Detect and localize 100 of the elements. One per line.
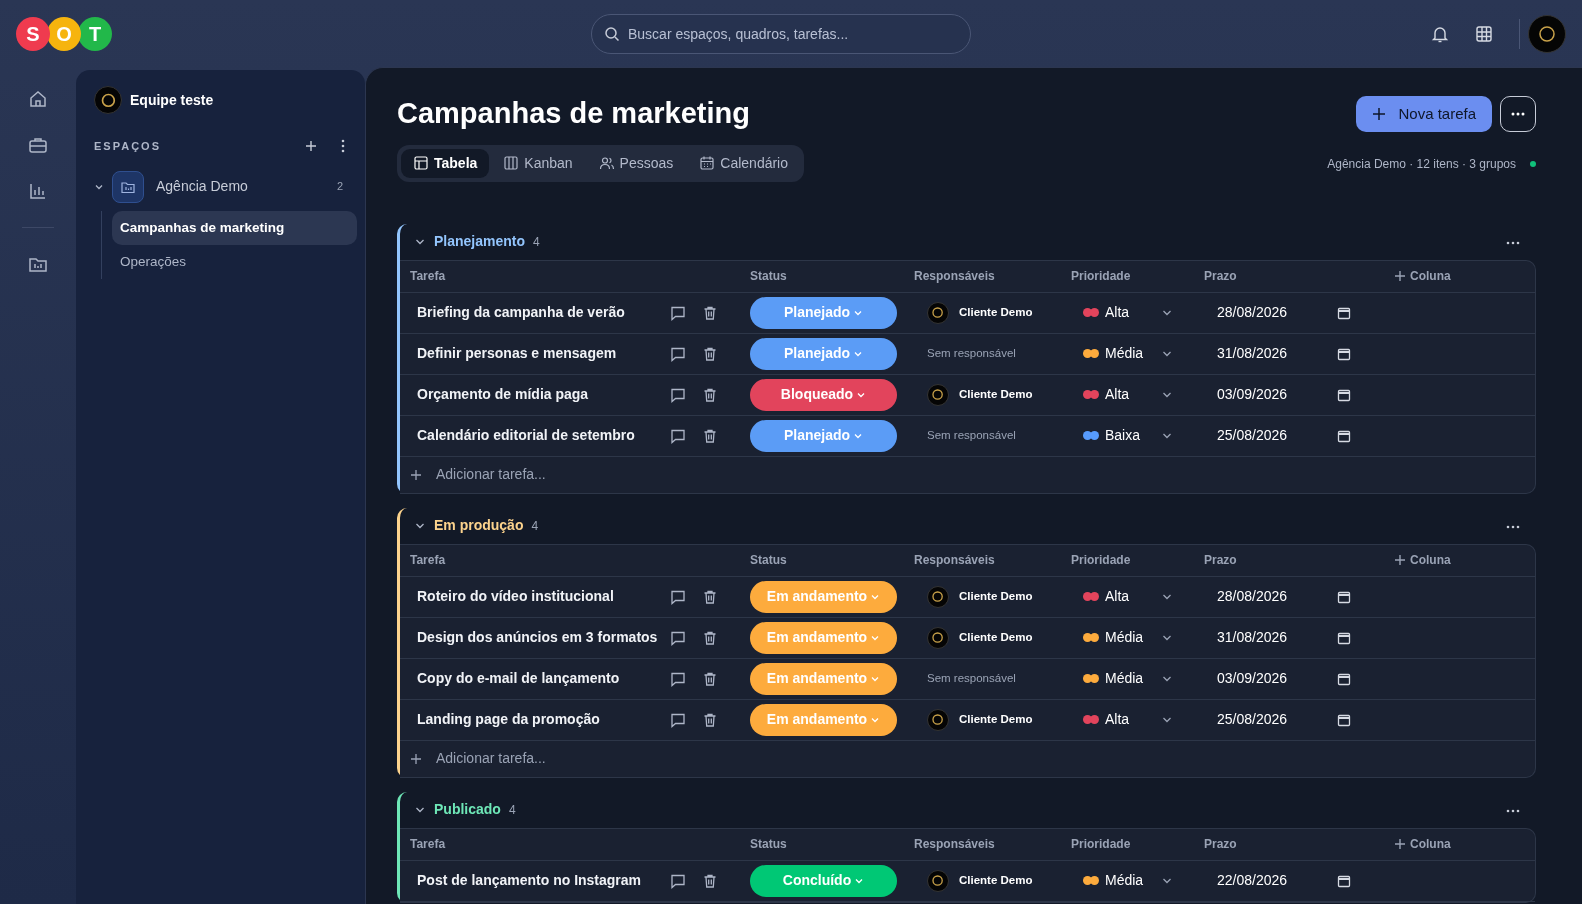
add-column-button[interactable]: Coluna	[1394, 267, 1535, 286]
add-task-button[interactable]: Adicionar tarefa...	[400, 456, 552, 493]
chart-icon[interactable]	[28, 181, 48, 201]
plus-icon	[1372, 107, 1387, 121]
more-icon	[1506, 808, 1520, 813]
task-name[interactable]: Landing page da promoção	[410, 709, 670, 731]
assignee-name: Sem responsável	[927, 428, 1016, 444]
search-field[interactable]: Buscar espaços, quadros, tarefas...	[591, 13, 971, 54]
comment-icon[interactable]	[670, 872, 686, 889]
calendar-icon[interactable]	[1337, 630, 1351, 645]
due-date[interactable]: 25/08/2026	[1217, 709, 1337, 731]
due-date[interactable]: 28/08/2026	[1217, 302, 1337, 324]
trash-icon[interactable]	[702, 711, 718, 728]
page-title: Campanhas de marketing	[397, 96, 751, 131]
bell-icon[interactable]	[1431, 24, 1449, 43]
briefcase-icon[interactable]	[28, 135, 48, 155]
comment-icon[interactable]	[670, 711, 686, 728]
priority-dropdown[interactable]: Média	[1071, 342, 1204, 366]
trash-icon[interactable]	[702, 588, 718, 605]
trash-icon[interactable]	[702, 670, 718, 687]
folder-icon	[112, 170, 144, 203]
priority-dropdown[interactable]: Alta	[1071, 383, 1204, 407]
avatar-icon	[927, 585, 949, 608]
calendar-icon[interactable]	[1337, 305, 1351, 320]
group-title[interactable]: Planejamento	[434, 231, 526, 253]
priority-dropdown[interactable]: Baixa	[1071, 424, 1204, 448]
more-icon	[1506, 240, 1520, 245]
trash-icon[interactable]	[702, 629, 718, 646]
view-tab[interactable]: Kanban	[491, 148, 585, 178]
due-date[interactable]: 22/08/2026	[1217, 870, 1337, 892]
column-header: Responsáveis	[914, 552, 996, 570]
priority-dropdown[interactable]: Alta	[1071, 301, 1204, 325]
due-date[interactable]: 03/09/2026	[1217, 384, 1337, 406]
task-name[interactable]: Post de lançamento no Instagram	[410, 870, 670, 892]
status-pill[interactable]: Bloqueado	[750, 378, 897, 411]
task-name[interactable]: Roteiro do vídeo institucional	[410, 586, 670, 608]
user-avatar[interactable]	[1528, 14, 1566, 53]
view-tab[interactable]: Tabela	[401, 148, 490, 178]
column-header: Prazo	[1204, 552, 1238, 570]
priority-dropdown[interactable]: Alta	[1071, 708, 1204, 732]
priority-dropdown[interactable]: Média	[1071, 667, 1204, 691]
trash-icon[interactable]	[702, 304, 718, 321]
task-name[interactable]: Briefing da campanha de verão	[410, 302, 670, 324]
home-icon[interactable]	[28, 89, 48, 109]
calendar-icon[interactable]	[1337, 712, 1351, 727]
plus-icon[interactable]	[305, 140, 317, 153]
add-column-button[interactable]: Coluna	[1394, 835, 1535, 854]
new-task-button[interactable]: Nova tarefa	[1356, 96, 1492, 132]
space-name[interactable]: Agência Demo	[156, 176, 248, 197]
due-date[interactable]: 31/08/2026	[1217, 627, 1337, 649]
logo-letter: T	[78, 16, 112, 51]
comment-icon[interactable]	[670, 670, 686, 687]
avatar-icon	[927, 626, 949, 649]
due-date[interactable]: 31/08/2026	[1217, 343, 1337, 365]
comment-icon[interactable]	[670, 345, 686, 362]
task-name[interactable]: Design dos anúncios em 3 formatos	[410, 627, 670, 649]
task-name[interactable]: Definir personas e mensagem	[410, 343, 670, 365]
trash-icon[interactable]	[702, 427, 718, 444]
calendar-icon[interactable]	[1337, 428, 1351, 443]
view-tab[interactable]: Pessoas	[586, 148, 686, 178]
add-task-button[interactable]: Adicionar tarefa...	[400, 740, 552, 777]
add-column-button[interactable]: Coluna	[1394, 551, 1535, 570]
priority-dropdown[interactable]: Alta	[1071, 585, 1204, 609]
trash-icon[interactable]	[702, 386, 718, 403]
priority-dropdown[interactable]: Média	[1071, 626, 1204, 650]
logo-letter: S	[16, 16, 50, 51]
comment-icon[interactable]	[670, 588, 686, 605]
item-count: 2	[336, 179, 343, 195]
assignee-name: Sem responsável	[927, 671, 1016, 687]
priority-dropdown[interactable]: Média	[1071, 869, 1204, 893]
calendar-icon[interactable]	[1337, 671, 1351, 686]
calendar-icon[interactable]	[1337, 873, 1351, 888]
due-date[interactable]: 03/09/2026	[1217, 668, 1337, 690]
grid-icon[interactable]	[1475, 24, 1493, 43]
comment-icon[interactable]	[670, 629, 686, 646]
people-icon	[598, 155, 615, 172]
comment-icon[interactable]	[670, 386, 686, 403]
calendar-icon[interactable]	[1337, 346, 1351, 361]
more-vertical-icon[interactable]	[341, 139, 345, 154]
calendar-icon[interactable]	[1337, 589, 1351, 604]
board-item[interactable]: Campanhas de marketing	[112, 210, 357, 245]
view-tab[interactable]: Calendário	[687, 148, 800, 178]
assignee-name: Cliente Demo	[959, 387, 1033, 403]
columns-icon	[503, 155, 520, 172]
more-icon	[1506, 524, 1520, 529]
avatar-icon	[94, 86, 122, 114]
task-name[interactable]: Copy do e-mail de lançamento	[410, 668, 670, 690]
task-name[interactable]: Calendário editorial de setembro	[410, 425, 670, 447]
board-item[interactable]: Operações	[112, 244, 357, 279]
due-date[interactable]: 25/08/2026	[1217, 425, 1337, 447]
trash-icon[interactable]	[702, 345, 718, 362]
task-name[interactable]: Orçamento de mídia paga	[410, 384, 670, 406]
group-title[interactable]: Em produção	[434, 515, 524, 537]
more-button[interactable]	[1500, 96, 1536, 132]
comment-icon[interactable]	[670, 427, 686, 444]
due-date[interactable]: 28/08/2026	[1217, 586, 1337, 608]
comment-icon[interactable]	[670, 304, 686, 321]
trash-icon[interactable]	[702, 872, 718, 889]
group-title[interactable]: Publicado	[434, 799, 501, 821]
calendar-icon[interactable]	[1337, 387, 1351, 402]
